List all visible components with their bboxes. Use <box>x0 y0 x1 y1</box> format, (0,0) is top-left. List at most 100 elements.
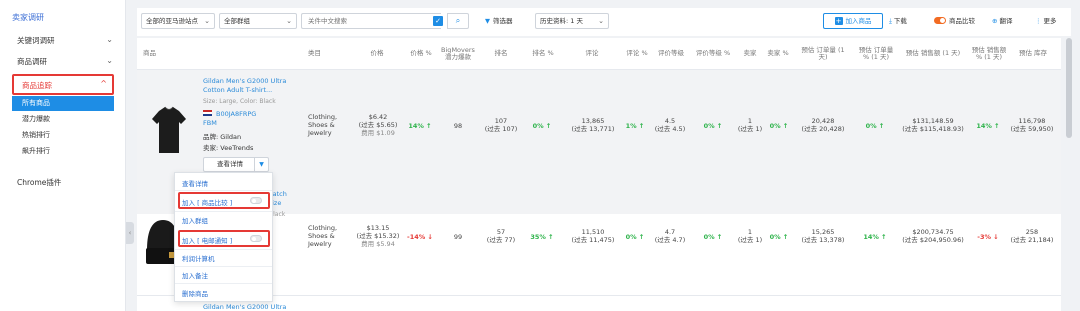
filter-button[interactable]: ▼ 筛选器 <box>485 13 513 29</box>
chevron-down-icon: ⌄ <box>286 17 292 25</box>
chevron-down-icon[interactable]: ▼ <box>254 158 268 171</box>
view-details-button[interactable]: 查看详情 ▼ <box>203 157 269 172</box>
sidebar-subitem-rising-ranking[interactable]: 飙升排行 <box>12 144 114 159</box>
menu-item-add-email-notify[interactable]: 加入 [ 电邮通知 ] <box>178 230 270 247</box>
plus-icon: + <box>834 17 843 25</box>
sidebar-collapse-handle[interactable]: ‹ <box>126 222 134 244</box>
price-pct: 14% ↑ <box>408 122 432 130</box>
asin-value: B00JA8FRPG <box>216 110 257 118</box>
rank-cell: 57 (过去 77) <box>477 228 525 244</box>
site-select[interactable]: 全部的亚马逊站点 ⌄ <box>141 13 215 29</box>
bigmovers-value: 98 <box>453 122 463 130</box>
category-cell: Clothing, Shoes & Jewelry <box>308 113 337 137</box>
asin-link[interactable]: B00JA8FRPG FBM <box>203 110 283 128</box>
add-product-label: 加入商品 <box>845 17 872 25</box>
more-button[interactable]: ⋮ 更多 <box>1035 13 1057 29</box>
more-vertical-icon: ⋮ <box>1035 17 1042 25</box>
column-header-rating[interactable]: 评价等级 <box>653 38 689 70</box>
rating-cell: 4.7 (过去 4.7) <box>649 228 691 244</box>
price-cell: $6.42 (过去 $5.65) 费用 $1.09 <box>351 113 405 137</box>
column-header-price[interactable]: 价格 <box>361 38 393 70</box>
sales-cell: $131,148.59 (过去 $115,418.93) <box>893 117 973 133</box>
add-product-button[interactable]: + 加入商品 <box>823 13 883 29</box>
stock-value: 258 <box>1025 228 1039 236</box>
price-value: $6.42 <box>368 113 388 121</box>
product-title-cont[interactable]: Cotton Adult T-shirt... <box>203 86 299 95</box>
orders-value: 20,428 <box>811 117 835 125</box>
column-header-reviews[interactable]: 评论 <box>577 38 607 70</box>
sidebar-item-product-tracking[interactable]: 商品追踪 ^ <box>12 74 114 95</box>
group-select[interactable]: 全部群组 ⌄ <box>219 13 297 29</box>
vertical-scrollbar[interactable] <box>1066 38 1072 138</box>
reviews-pct: 1% ↑ <box>625 122 645 130</box>
keyword-search-input[interactable] <box>301 13 441 29</box>
fee-value: 费用 $1.09 <box>361 129 395 137</box>
toggle-off-icon[interactable] <box>250 235 262 242</box>
column-header-stock[interactable]: 预估 库存 <box>1013 38 1053 70</box>
product-table: 商品 类目 价格 价格 % BigMovers 潜力爆款 排名 排名 % 评论 … <box>137 38 1061 311</box>
sidebar-subitem-potential-hits[interactable]: 潜力爆款 <box>12 112 114 127</box>
sellers-cell: 1 (过去 1) <box>735 117 765 133</box>
column-header-bigmovers[interactable]: BigMovers 潜力爆款 <box>438 38 478 70</box>
checkbox-checked-icon[interactable]: ✓ <box>433 16 443 26</box>
translate-button[interactable]: ⊕ 翻译 <box>992 13 1012 29</box>
rating-cell: 4.5 (过去 4.5) <box>649 117 691 133</box>
menu-item-label: 加入 [ 电邮通知 ] <box>182 237 233 245</box>
chevron-down-icon: ⌄ <box>106 35 113 44</box>
brand-label: 品牌: Gildan <box>203 133 242 141</box>
column-header-sales-pct[interactable]: 预估 销售额 % (1 天) <box>969 38 1009 70</box>
menu-item-add-note[interactable]: 加入备注 <box>182 270 208 280</box>
sidebar-item-chrome-extension[interactable]: Chrome插件 <box>17 177 61 188</box>
translate-label: 翻译 <box>999 17 1013 25</box>
group-select-value: 全部群组 <box>224 17 250 25</box>
column-header-product[interactable]: 商品 <box>143 38 203 70</box>
column-header-price-pct[interactable]: 价格 % <box>407 38 435 70</box>
sellers-cell: 1 (过去 1) <box>735 228 765 244</box>
column-header-sellers-pct[interactable]: 卖家 % <box>762 38 794 70</box>
menu-item-view-details[interactable]: 查看详情 <box>182 178 208 188</box>
chevron-down-icon: ⌄ <box>204 17 210 25</box>
menu-divider <box>175 249 272 250</box>
column-header-sales[interactable]: 预估 销售额 (1 天) <box>903 38 963 70</box>
rating-past: (过去 4.5) <box>654 125 686 133</box>
column-header-category[interactable]: 类目 <box>308 38 348 70</box>
column-header-reviews-pct[interactable]: 评论 % <box>622 38 652 70</box>
column-header-rating-pct[interactable]: 评价等级 % <box>691 38 735 70</box>
toggle-on-icon <box>934 17 946 24</box>
rating-value: 4.7 <box>664 228 676 236</box>
rating-past: (过去 4.7) <box>654 236 686 244</box>
menu-item-add-group[interactable]: 加入群组 <box>182 215 208 225</box>
column-header-orders[interactable]: 预估 订单量 (1 天) <box>801 38 845 70</box>
product-title[interactable]: Gildan Men's G2000 Ultra <box>203 303 323 311</box>
toggle-off-icon[interactable] <box>250 197 262 204</box>
history-select[interactable]: 历史资料: 1 天 ⌄ <box>535 13 609 29</box>
category-line: Clothing, <box>308 113 338 121</box>
menu-item-delete-product[interactable]: 删除商品 <box>182 288 208 298</box>
sales-past: (过去 $204,950.96) <box>902 236 964 244</box>
column-header-rank-pct[interactable]: 排名 % <box>529 38 557 70</box>
product-title[interactable]: Gildan Men's G2000 Ultra <box>203 77 299 86</box>
column-header-sellers[interactable]: 卖家 <box>737 38 763 70</box>
sidebar-item-keyword-research[interactable]: 关键词调研 ⌄ <box>17 35 113 46</box>
sidebar-title: 卖家调研 <box>12 13 44 22</box>
search-button[interactable]: ⌕ <box>447 13 469 29</box>
menu-divider <box>175 190 272 191</box>
menu-item-add-compare[interactable]: 加入 [ 商品比较 ] <box>178 192 270 209</box>
app-window: 卖家调研 关键词调研 ⌄ 商品调研 ⌄ 商品追踪 ^ 所有商品 潜力爆款 热销排… <box>0 0 1080 311</box>
sidebar-item-label: 关键词调研 <box>17 36 55 45</box>
tshirt-product-image[interactable] <box>149 97 189 159</box>
column-header-orders-pct[interactable]: 预估 订单量 % (1 天) <box>855 38 897 70</box>
sidebar-subitem-all-products[interactable]: 所有商品 <box>12 96 114 111</box>
compare-toggle[interactable]: 商品比较 <box>934 13 975 29</box>
sales-value: $131,148.59 <box>912 117 954 125</box>
sidebar-item-product-research[interactable]: 商品调研 ⌄ <box>17 56 113 67</box>
category-line: Jewelry <box>308 129 332 137</box>
sellers-pct: 0% ↑ <box>769 233 789 241</box>
sidebar-subitem-hot-ranking[interactable]: 热销排行 <box>12 128 114 143</box>
rank-value: 107 <box>494 117 508 125</box>
fee-value: 费用 $5.94 <box>361 240 395 248</box>
column-header-rank[interactable]: 排名 <box>487 38 515 70</box>
rating-pct: 0% ↑ <box>703 122 723 130</box>
menu-item-profit-calculator[interactable]: 利润计算机 <box>182 253 215 263</box>
download-button[interactable]: ⤓ 下载 <box>889 13 907 29</box>
